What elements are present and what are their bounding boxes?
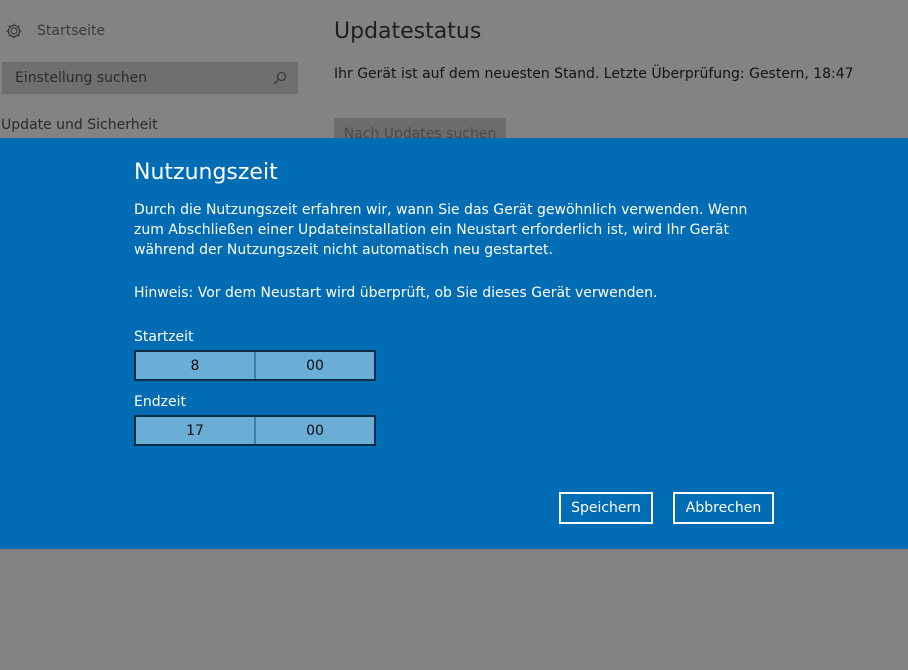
- search-placeholder: Einstellung suchen: [15, 70, 148, 86]
- dialog-title: Nutzungszeit: [134, 160, 278, 185]
- cancel-button[interactable]: Abbrechen: [673, 492, 774, 524]
- end-time-picker[interactable]: 17 00: [134, 415, 376, 446]
- start-time-label: Startzeit: [134, 329, 194, 345]
- dialog-hint: Hinweis: Vor dem Neustart wird überprüft…: [134, 285, 658, 301]
- end-time-label: Endzeit: [134, 394, 186, 410]
- start-minute-field[interactable]: 00: [254, 352, 374, 379]
- sidebar-home-label: Startseite: [37, 23, 106, 39]
- gear-icon: [5, 22, 23, 40]
- end-hour-field[interactable]: 17: [136, 417, 254, 444]
- settings-search-input[interactable]: Einstellung suchen: [2, 62, 298, 94]
- start-time-picker[interactable]: 8 00: [134, 350, 376, 381]
- end-minute-field[interactable]: 00: [254, 417, 374, 444]
- dialog-description: Durch die Nutzungszeit erfahren wir, wan…: [134, 202, 748, 258]
- update-status-text: Ihr Gerät ist auf dem neuesten Stand. Le…: [334, 66, 854, 82]
- save-button[interactable]: Speichern: [559, 492, 653, 524]
- sidebar-home-link[interactable]: Startseite: [5, 20, 105, 42]
- active-hours-dialog: Nutzungszeit Durch die Nutzungszeit erfa…: [0, 138, 908, 549]
- page-title: Updatestatus: [334, 19, 482, 44]
- section-title: Update und Sicherheit: [1, 117, 158, 133]
- search-icon: [273, 71, 287, 85]
- start-hour-field[interactable]: 8: [136, 352, 254, 379]
